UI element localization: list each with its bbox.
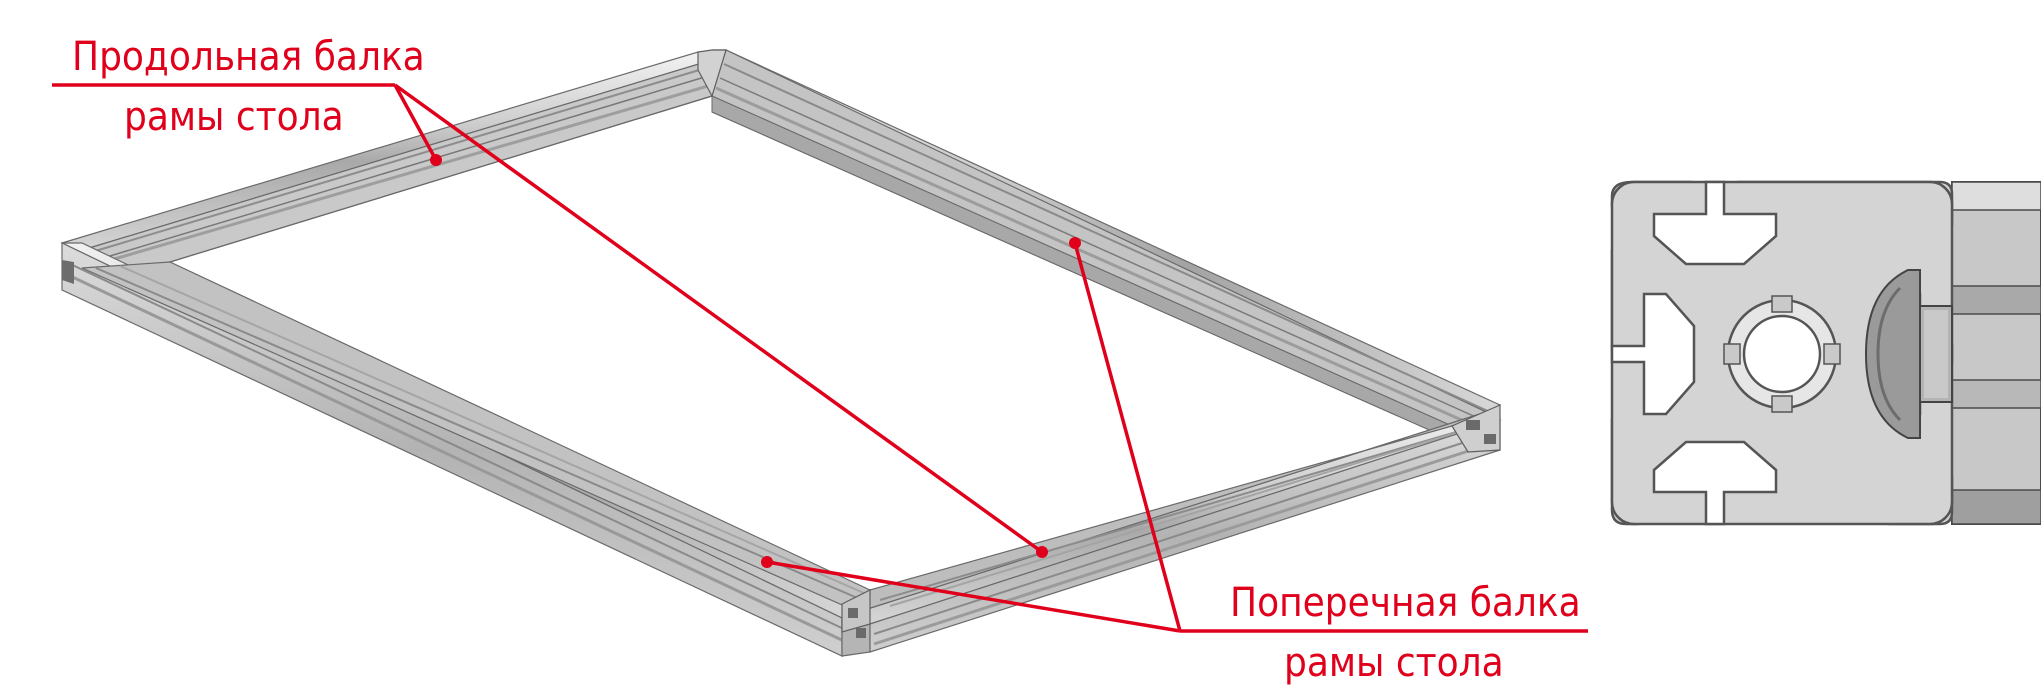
label-transverse-line1: Поперечная балка xyxy=(1230,580,1581,626)
pointer-dot-1 xyxy=(430,154,442,166)
label-longitudinal-line1: Продольная балка xyxy=(72,34,425,80)
profile-cross-section xyxy=(1610,180,2041,526)
pointer-dot-4 xyxy=(761,556,773,568)
beam-end-side-view xyxy=(1951,181,2041,525)
longitudinal-beam-right xyxy=(711,49,1502,441)
pointer-dot-2 xyxy=(1036,546,1048,558)
label-transverse-line2: рамы стола xyxy=(1284,640,1504,686)
table-frame-diagram: Продольная балка рамы стола Поперечная б… xyxy=(52,34,2041,686)
label-longitudinal-line2: рамы стола xyxy=(124,94,344,140)
pointer-dot-3 xyxy=(1069,237,1081,249)
transverse-beam-left xyxy=(61,242,871,657)
